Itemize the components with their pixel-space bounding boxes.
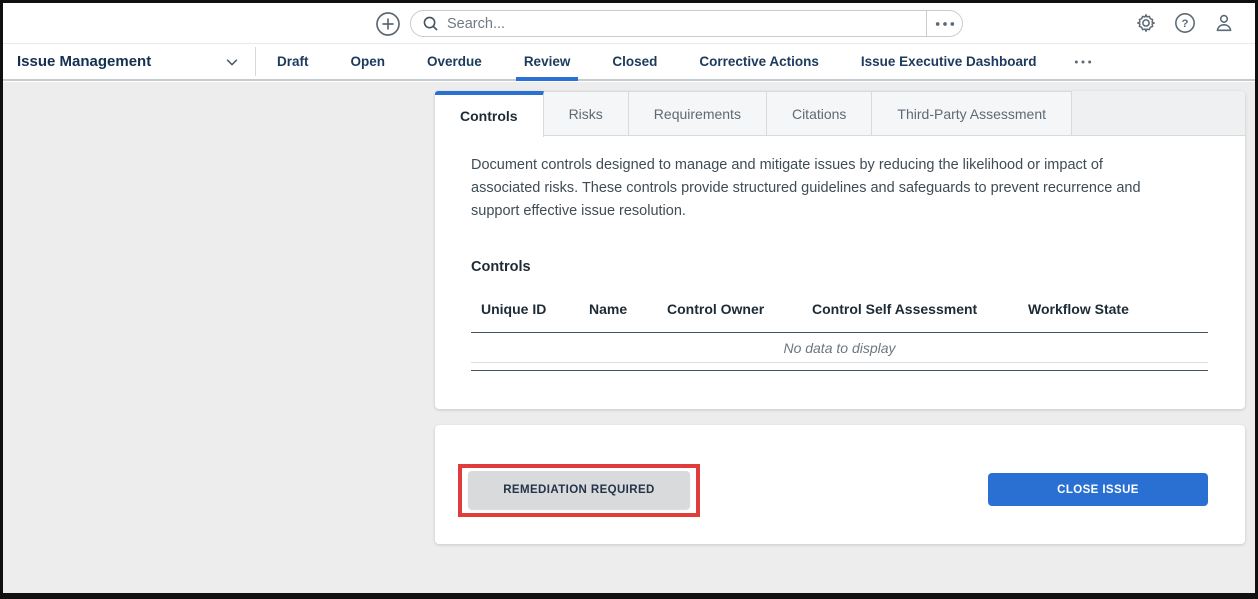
nav-more-button[interactable] <box>1057 44 1109 79</box>
nav-tab-overdue[interactable]: Overdue <box>406 44 503 79</box>
nav-tab-review[interactable]: Review <box>503 44 592 81</box>
tab-third-party-assessment[interactable]: Third-Party Assessment <box>872 91 1073 135</box>
nav-tab-issue-executive-dashboard[interactable]: Issue Executive Dashboard <box>840 44 1058 79</box>
search-options-button[interactable] <box>926 11 962 36</box>
plus-circle-icon <box>376 12 400 36</box>
tab-controls[interactable]: Controls <box>435 91 544 137</box>
svg-text:?: ? <box>1182 18 1189 30</box>
settings-button[interactable] <box>1135 12 1157 34</box>
controls-panel: Controls Risks Requirements Citations Th… <box>435 91 1245 409</box>
search-icon <box>423 16 438 31</box>
controls-table-header: Unique ID Name Control Owner Control Sel… <box>471 301 1208 332</box>
nav-tab-closed[interactable]: Closed <box>591 44 678 79</box>
app-window: ? Issue Management Draft Ope <box>0 0 1258 599</box>
table-empty-message: No data to display <box>471 333 1208 363</box>
user-icon <box>1216 14 1232 32</box>
column-header-control-self-assessment[interactable]: Control Self Assessment <box>812 301 1028 317</box>
search-input[interactable] <box>447 15 926 32</box>
column-header-name[interactable]: Name <box>589 301 667 317</box>
nav-tab-draft[interactable]: Draft <box>256 44 330 79</box>
application-nav-bar: Issue Management Draft Open Overdue Revi… <box>3 44 1255 81</box>
controls-tab-body: Document controls designed to manage and… <box>435 136 1245 371</box>
column-header-unique-id[interactable]: Unique ID <box>481 301 589 317</box>
app-switcher[interactable]: Issue Management <box>3 44 255 79</box>
tab-citations[interactable]: Citations <box>766 91 873 135</box>
workflow-actions-panel: REMEDIATION REQUIRED CLOSE ISSUE <box>435 425 1245 544</box>
controls-section-title: Controls <box>471 259 531 275</box>
tab-requirements[interactable]: Requirements <box>628 91 767 135</box>
help-button[interactable]: ? <box>1174 12 1196 34</box>
global-search <box>410 10 963 37</box>
topbar-icon-group: ? <box>1135 12 1235 34</box>
controls-description: Document controls designed to manage and… <box>471 157 1141 219</box>
more-options-icon <box>935 21 954 26</box>
chevron-down-icon <box>226 58 238 65</box>
nav-tab-corrective-actions[interactable]: Corrective Actions <box>678 44 840 79</box>
column-header-workflow-state[interactable]: Workflow State <box>1028 301 1208 317</box>
top-bar: ? <box>3 3 1255 44</box>
relationship-tabs: Controls Risks Requirements Citations Th… <box>435 91 1245 137</box>
gear-icon <box>1137 14 1155 32</box>
ellipsis-icon <box>1075 60 1092 64</box>
app-title: Issue Management <box>17 53 152 70</box>
close-issue-button[interactable]: CLOSE ISSUE <box>988 473 1208 506</box>
nav-tab-open[interactable]: Open <box>330 44 407 79</box>
create-new-button[interactable] <box>375 11 401 37</box>
workflow-tabs: Draft Open Overdue Review Closed Correct… <box>256 44 1109 81</box>
user-profile-button[interactable] <box>1213 12 1235 34</box>
column-header-control-owner[interactable]: Control Owner <box>667 301 812 317</box>
active-tab-underline <box>515 77 579 81</box>
remediation-required-button[interactable]: REMEDIATION REQUIRED <box>468 471 690 509</box>
page-background: Controls Risks Requirements Citations Th… <box>3 82 1255 593</box>
table-bottom-border <box>471 370 1208 371</box>
help-icon: ? <box>1175 13 1195 33</box>
tab-risks[interactable]: Risks <box>543 91 629 135</box>
